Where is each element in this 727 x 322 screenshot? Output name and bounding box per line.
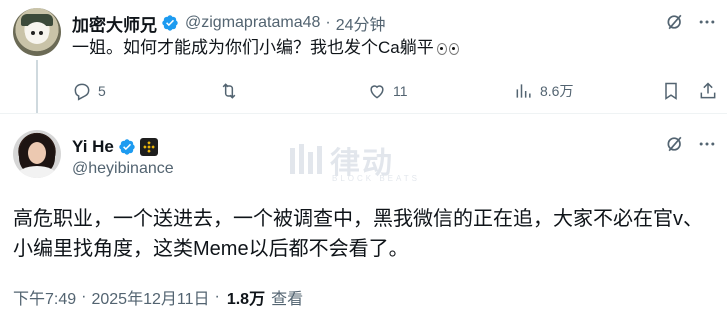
separator: · — [214, 288, 220, 305]
reply-tweet[interactable]: 加密大师兄 @zigmapratama48 · 24分钟 一姐。如何才能成为你们… — [0, 0, 727, 113]
reply-text-content: 一姐。如何才能成为你们小编？我也发个Ca躺平 — [72, 38, 434, 57]
tweet-meta: 下午7:49 · 2025年12月11日 · 1.8万 查看 — [13, 285, 303, 309]
grok-icon[interactable] — [665, 134, 685, 154]
avatar-eye — [31, 31, 35, 35]
verified-badge-icon — [119, 139, 135, 155]
avatar-face — [25, 22, 49, 44]
like-count: 11 — [393, 83, 408, 99]
retweet-icon — [222, 83, 236, 99]
reply-text: 一姐。如何才能成为你们小编？我也发个Ca躺平 — [72, 36, 459, 60]
tweet-date[interactable]: 2025年12月11日 — [91, 285, 209, 309]
avatar[interactable] — [13, 8, 61, 56]
share-button[interactable] — [698, 78, 718, 104]
reply-button[interactable]: 5 — [72, 78, 106, 104]
tweet-author-row: Yi He — [72, 136, 158, 158]
separator: · — [81, 288, 87, 305]
display-name[interactable]: 加密大师兄 — [72, 11, 157, 36]
view-count: 8.6万 — [540, 83, 574, 99]
avatar-eye — [39, 31, 43, 35]
binance-badge-icon[interactable] — [139, 138, 158, 156]
display-name[interactable]: Yi He — [72, 137, 114, 157]
views-icon — [516, 84, 531, 98]
eyes-emoji-icon — [436, 42, 459, 55]
tweet-views: 1.8万 — [226, 291, 266, 308]
grok-icon[interactable] — [665, 12, 685, 32]
separator: · — [325, 14, 331, 31]
reply-count: 5 — [98, 83, 106, 99]
bookmark-button[interactable] — [661, 78, 681, 104]
tweet-text: 高危职业，一个送进去，一个被调查中，黑我微信的正在追，大家不必在官v、小编里找角… — [13, 208, 703, 260]
like-icon — [370, 85, 384, 99]
bookmark-icon — [665, 82, 677, 100]
reply-header: 加密大师兄 @zigmapratama48 · 24分钟 — [72, 11, 386, 36]
verified-badge-icon — [162, 15, 178, 31]
watermark-logo-icon — [290, 144, 322, 174]
action-bar: 5 11 8.6万 — [72, 78, 722, 104]
more-icon[interactable] — [697, 12, 717, 32]
thread-line — [36, 60, 38, 113]
timestamp[interactable]: 24分钟 — [336, 11, 386, 35]
divider — [0, 113, 727, 114]
handle[interactable]: @zigmapratama48 — [185, 14, 320, 32]
avatar[interactable] — [13, 130, 61, 178]
tweet-time[interactable]: 下午7:49 — [13, 285, 76, 309]
reply-icon — [74, 83, 90, 101]
handle[interactable]: @heyibinance — [72, 160, 174, 178]
more-icon[interactable] — [697, 134, 717, 154]
avatar-face — [28, 142, 46, 164]
views-button[interactable]: 8.6万 — [514, 78, 573, 104]
watermark-sub: BLOCK BEATS — [332, 174, 420, 183]
retweet-button[interactable] — [219, 78, 245, 104]
views-label: 查看 — [271, 291, 304, 308]
like-button[interactable]: 11 — [367, 78, 408, 104]
share-icon — [700, 82, 716, 99]
watermark: 律动 BLOCK BEATS — [288, 138, 438, 188]
